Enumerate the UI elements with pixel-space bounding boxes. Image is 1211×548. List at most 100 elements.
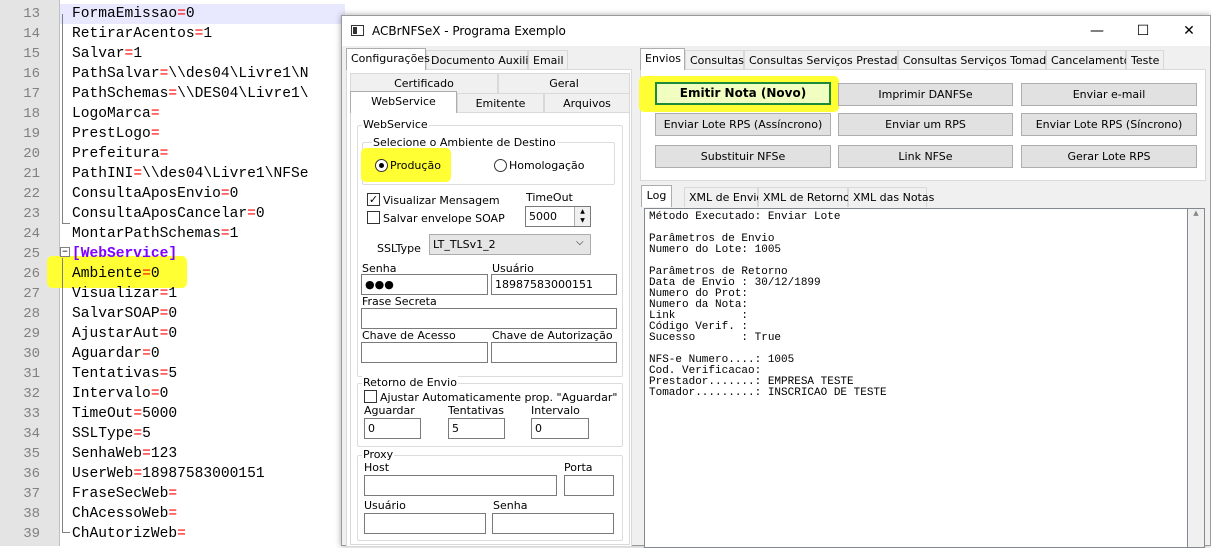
equals-sign: = <box>133 426 143 442</box>
tab-xml-envio[interactable]: XML de Envio <box>684 187 763 207</box>
ini-key: ConsultaAposCancelar <box>72 206 248 222</box>
tab-xml-notas[interactable]: XML das Notas <box>848 187 934 207</box>
tab-consultas-tomados[interactable]: Consultas Serviços Tomados <box>898 50 1059 70</box>
code-line: Ambiente=0 <box>72 264 160 284</box>
ssltype-select[interactable]: LT_TLSv1_2 <box>429 234 591 255</box>
tab-consultas-prestados[interactable]: Consultas Serviços Prestados <box>744 50 910 70</box>
homologacao-radio[interactable] <box>494 159 507 172</box>
code-line: MontarPathSchemas=1 <box>72 224 238 244</box>
tab-geral[interactable]: Geral <box>498 73 630 93</box>
homologacao-label: Homologação <box>509 159 585 172</box>
enviar-lote-sincrono-button[interactable]: Enviar Lote RPS (Síncrono) <box>1021 113 1197 136</box>
chave-acesso-input[interactable] <box>361 342 488 363</box>
maximize-button[interactable]: ☐ <box>1120 16 1166 46</box>
fold-toggle-icon[interactable]: − <box>60 247 70 257</box>
tab-configuracoes[interactable]: Configurações <box>346 48 430 70</box>
ini-key: PrestLogo <box>72 126 151 142</box>
aguardar-label: Aguardar <box>364 404 415 417</box>
producao-radio[interactable] <box>375 159 388 172</box>
scroll-up-icon[interactable]: ▲ <box>1188 209 1204 217</box>
code-line: ChAutorizWeb= <box>72 524 186 544</box>
host-input[interactable] <box>364 475 557 496</box>
tab-cancelamento[interactable]: Cancelamento <box>1046 50 1131 70</box>
code-line: ChAcessoWeb= <box>72 504 177 524</box>
title-bar[interactable]: ACBrNFSeX - Programa Exemplo — ☐ ✕ <box>342 16 1210 46</box>
proxy-senha-input[interactable] <box>492 513 614 534</box>
ini-value: 18987583000151 <box>142 466 265 482</box>
close-button[interactable]: ✕ <box>1166 16 1211 46</box>
ini-key: UserWeb <box>72 466 134 482</box>
tab-webservice[interactable]: WebService <box>350 91 457 113</box>
intervalo-input[interactable]: 0 <box>531 418 589 439</box>
equals-sign: = <box>177 526 186 542</box>
proxy-group-label: Proxy <box>362 448 395 461</box>
equals-sign: = <box>177 6 186 22</box>
proxy-usuario-input[interactable] <box>364 513 486 534</box>
tab-log[interactable]: Log <box>641 185 672 207</box>
frase-secreta-input[interactable] <box>361 308 617 329</box>
ajustar-checkbox[interactable] <box>364 390 377 403</box>
line-number: 35 <box>23 446 40 462</box>
line-number: 30 <box>23 346 40 362</box>
line-number: 22 <box>23 186 40 202</box>
equals-sign: = <box>142 266 151 282</box>
line-number: 27 <box>23 286 40 302</box>
link-nfse-button[interactable]: Link NFSe <box>838 145 1013 168</box>
timeout-spinner[interactable]: ▲ ▼ <box>574 207 590 226</box>
code-line: Salvar=1 <box>72 44 142 64</box>
tab-teste[interactable]: Teste <box>1126 50 1164 70</box>
ini-editor[interactable]: 13 14 15 16 17 18 19 20 21 22 23 24 25 26 27 28 29 30 31 32… <box>0 0 345 546</box>
tab-consultas[interactable]: Consultas <box>685 50 744 70</box>
line-number: 14 <box>23 26 40 42</box>
equals-sign: = <box>150 126 160 142</box>
line-number: 24 <box>23 226 40 242</box>
senha-input[interactable]: ●●● <box>361 274 488 295</box>
line-number: 31 <box>23 366 40 382</box>
tab-email[interactable]: Email <box>528 50 568 70</box>
code-line: ConsultaAposEnvio=0 <box>72 184 238 204</box>
ini-key: TimeOut <box>72 406 134 422</box>
ini-value: 0 <box>150 266 160 282</box>
tab-xml-retorno[interactable]: XML de Retorno <box>758 187 850 207</box>
minimize-button[interactable]: — <box>1074 16 1120 46</box>
ini-key: PathSchemas <box>72 86 169 102</box>
imprimir-danfse-button[interactable]: Imprimir DANFSe <box>838 83 1013 106</box>
log-textarea[interactable]: Método Executado: Enviar Lote Parâmetros… <box>644 208 1188 548</box>
code-line: PathINI=\\des04\Livre1\NFSe <box>72 164 308 184</box>
ini-key: PathINI <box>72 166 134 182</box>
porta-input[interactable] <box>564 475 614 496</box>
equals-sign: = <box>150 386 160 402</box>
emitir-nota-button[interactable]: Emitir Nota (Novo) <box>655 82 831 105</box>
ini-value: 5000 <box>142 406 178 422</box>
substituir-nfse-button[interactable]: Substituir NFSe <box>655 145 831 168</box>
line-number: 18 <box>23 106 40 122</box>
enviar-um-rps-button[interactable]: Enviar um RPS <box>838 113 1013 136</box>
log-scrollbar[interactable]: ▲ <box>1188 208 1205 548</box>
chave-autorizacao-input[interactable] <box>491 342 617 363</box>
tentativas-input[interactable]: 5 <box>448 418 505 439</box>
ini-key: LogoMarca <box>72 106 151 122</box>
enviar-email-button[interactable]: Enviar e-mail <box>1021 83 1197 106</box>
code-line: PathSalvar=\\des04\Livre1\N <box>72 64 308 84</box>
tab-envios[interactable]: Envios <box>640 48 685 70</box>
tab-emitente[interactable]: Emitente <box>457 93 544 113</box>
ini-key: AjustarAut <box>72 326 160 342</box>
tab-documento-auxiliar[interactable]: Documento Auxiliar <box>426 50 540 70</box>
ini-key: Ambiente <box>72 266 143 282</box>
aguardar-input[interactable]: 0 <box>364 418 421 439</box>
ini-key: Prefeitura <box>72 146 160 162</box>
line-number: 26 <box>23 266 40 282</box>
line-number: 19 <box>23 126 40 142</box>
gerar-lote-rps-button[interactable]: Gerar Lote RPS <box>1021 145 1197 168</box>
salvar-envelope-checkbox[interactable] <box>367 211 380 224</box>
enviar-lote-assincrono-button[interactable]: Enviar Lote RPS (Assíncrono) <box>655 113 831 136</box>
fold-line-general <box>62 14 70 224</box>
tab-arquivos[interactable]: Arquivos <box>544 93 630 113</box>
line-number: 13 <box>23 6 40 22</box>
tab-certificado[interactable]: Certificado <box>350 73 498 93</box>
code-line: PathSchemas=\\DES04\Livre1\ <box>72 84 308 104</box>
visualizar-mensagem-checkbox[interactable]: ✓ <box>367 193 380 206</box>
line-number: 33 <box>23 406 40 422</box>
usuario-input[interactable]: 18987583000151 <box>491 274 617 295</box>
visualizar-mensagem-label: Visualizar Mensagem <box>383 194 500 207</box>
